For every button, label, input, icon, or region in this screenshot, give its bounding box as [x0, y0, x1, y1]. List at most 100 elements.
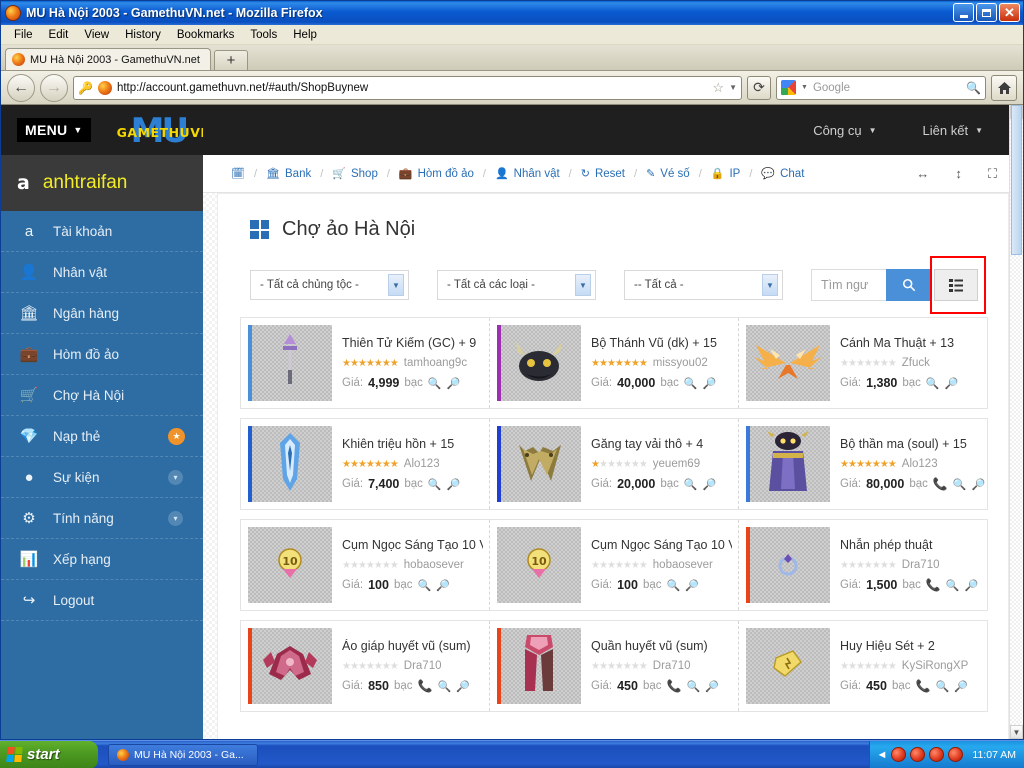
search-icon[interactable]: 🔍 [966, 81, 981, 95]
breadcrumb-item-3[interactable]: 🛒 Shop [332, 167, 378, 181]
topnav-item-lienket[interactable]: Liên kết ▼ [923, 123, 983, 138]
item-card[interactable]: Cánh Ma Thuật + 13 ★★★★★★★ Zfuck Giá: 1,380 b… [738, 318, 987, 408]
menu-view[interactable]: View [77, 27, 116, 43]
chevron-down-icon[interactable]: ▼ [729, 83, 737, 92]
close-button[interactable]: ✕ [999, 3, 1020, 22]
phone-icon[interactable]: 📞 [916, 679, 931, 693]
filter-type-select[interactable]: - Tất cả các loại - ▼ [437, 270, 596, 300]
sidebar-item-6[interactable]: 💎 Nạp thẻ ★ [1, 416, 203, 457]
zoom-in-icon[interactable]: 🔍 [418, 579, 432, 592]
tray-expand-icon[interactable]: ◄ [877, 749, 888, 761]
zoom-out-icon[interactable]: 🔎 [965, 579, 979, 592]
sidebar-item-4[interactable]: 💼 Hòm đồ ảo [1, 334, 203, 375]
back-button[interactable]: ← [7, 73, 35, 102]
item-thumbnail[interactable] [497, 426, 581, 502]
zoom-in-icon[interactable]: 🔍 [686, 680, 700, 693]
tray-app-icon[interactable] [910, 747, 926, 762]
list-view-toggle-button[interactable] [934, 269, 978, 301]
site-logo[interactable]: MU GAMETHUVN.NET [117, 113, 203, 147]
zoom-out-icon[interactable]: 🔎 [456, 680, 470, 693]
item-thumbnail[interactable] [497, 325, 581, 401]
item-card[interactable]: Nhẫn phép thuật ★★★★★★★ Dra710 Giá: 1,500 bạc… [738, 520, 987, 610]
item-card[interactable]: Áo giáp huyết vũ (sum) ★★★★★★★ Dra710 Giá: 8… [241, 621, 489, 711]
phone-icon[interactable]: 📞 [933, 477, 948, 491]
clock[interactable]: 11:07 AM [972, 749, 1016, 761]
breadcrumb-item-6[interactable]: ↻ Reset [581, 167, 625, 181]
breadcrumb-item-8[interactable]: 🔒 IP [711, 167, 741, 181]
zoom-in-icon[interactable]: 🔍 [953, 478, 967, 491]
sidebar-user-block[interactable]: a anhtraifan [1, 155, 203, 211]
item-thumbnail[interactable] [248, 325, 332, 401]
item-card[interactable]: Quần huyết vũ (sum) ★★★★★★★ Dra710 Giá: 450 b… [489, 621, 738, 711]
menu-file[interactable]: File [7, 27, 40, 43]
browser-tab[interactable]: MU Hà Nội 2003 - GamethuVN.net [5, 48, 211, 70]
sidebar-item-10[interactable]: ↪ Logout [1, 580, 203, 621]
phone-icon[interactable]: 📞 [418, 679, 433, 693]
reload-button[interactable]: ⟳ [747, 75, 771, 100]
zoom-out-icon[interactable]: 🔎 [703, 478, 717, 491]
scroll-down-arrow-icon[interactable]: ▼ [1010, 725, 1023, 739]
breadcrumb-item-9[interactable]: 💬 Chat [761, 167, 804, 181]
zoom-out-icon[interactable]: 🔎 [705, 680, 719, 693]
start-button[interactable]: start [0, 740, 98, 768]
zoom-out-icon[interactable]: 🔎 [954, 680, 968, 693]
item-card[interactable]: 10 Cụm Ngọc Sáng Tạo 10 Vi ★★★★★★★ hobaosev… [489, 520, 738, 610]
search-input[interactable]: Tìm ngư [811, 269, 886, 301]
menu-edit[interactable]: Edit [42, 27, 76, 43]
item-thumbnail[interactable] [497, 628, 581, 704]
menu-help[interactable]: Help [286, 27, 324, 43]
menu-toggle-button[interactable]: MENU ▼ [17, 118, 91, 142]
item-card[interactable]: Thiên Tử Kiếm (GC) + 9 ★★★★★★★ tamhoang9c G… [241, 318, 489, 408]
item-thumbnail[interactable] [248, 426, 332, 502]
breadcrumb-item-2[interactable]: 🏛 Bank [266, 167, 311, 181]
chevron-down-icon[interactable]: ▼ [801, 84, 808, 91]
item-card[interactable]: Khiên triệu hồn + 15 ★★★★★★★ Alo123 Giá: 7,4… [241, 419, 489, 509]
sidebar-item-3[interactable]: 🏛 Ngân hàng [1, 293, 203, 334]
breadcrumb-item-4[interactable]: 💼 Hòm đồ ảo [399, 167, 474, 181]
item-thumbnail[interactable] [746, 628, 830, 704]
breadcrumb-item-5[interactable]: 👤 Nhân vật [495, 167, 560, 181]
resize-horizontal-icon[interactable]: ↔ [916, 166, 929, 181]
item-card[interactable]: Huy Hiệu Sét + 2 ★★★★★★★ KySiRongXP Giá: 450… [738, 621, 987, 711]
zoom-out-icon[interactable]: 🔎 [703, 377, 717, 390]
new-tab-button[interactable]: + [213, 50, 248, 70]
zoom-out-icon[interactable]: 🔎 [945, 377, 959, 390]
sidebar-item-2[interactable]: 👤 Nhân vật [1, 252, 203, 293]
zoom-in-icon[interactable]: 🔍 [428, 478, 442, 491]
item-thumbnail[interactable] [746, 426, 830, 502]
bookmark-star-icon[interactable]: ☆ [712, 80, 724, 96]
sidebar-item-7[interactable]: ● Sự kiện ▾ [1, 457, 203, 498]
zoom-in-icon[interactable]: 🔍 [428, 377, 442, 390]
zoom-out-icon[interactable]: 🔎 [685, 579, 699, 592]
zoom-in-icon[interactable]: 🔍 [684, 377, 698, 390]
sidebar-item-8[interactable]: ⚙ Tính năng ▾ [1, 498, 203, 539]
item-card[interactable]: Bộ Thánh Vũ (dk) + 15 ★★★★★★★ missyou02 Giá… [489, 318, 738, 408]
minimize-button[interactable] [953, 3, 974, 22]
breadcrumb-item-1[interactable]: 🗓 [231, 167, 245, 180]
item-thumbnail[interactable] [746, 325, 830, 401]
menu-history[interactable]: History [118, 27, 168, 43]
zoom-out-icon[interactable]: 🔎 [447, 377, 461, 390]
zoom-in-icon[interactable]: 🔍 [926, 377, 940, 390]
item-card[interactable]: Găng tay vải thô + 4 ★★★★★★★ yeuem69 Giá: 20… [489, 419, 738, 509]
zoom-in-icon[interactable]: 🔍 [667, 579, 681, 592]
item-thumbnail[interactable] [746, 527, 830, 603]
filter-race-select[interactable]: - Tất cả chủng tộc - ▼ [250, 270, 409, 300]
breadcrumb-item-7[interactable]: ✎ Vé số [646, 167, 690, 181]
zoom-in-icon[interactable]: 🔍 [437, 680, 451, 693]
url-bar[interactable]: 🔑 http://account.gamethuvn.net/#auth/Sho… [73, 75, 742, 100]
item-card[interactable]: 10 Cụm Ngọc Sáng Tạo 10 Vi ★★★★★★★ hobaosev… [241, 520, 489, 610]
home-button[interactable] [991, 74, 1017, 101]
item-thumbnail[interactable]: 10 [248, 527, 332, 603]
zoom-in-icon[interactable]: 🔍 [946, 579, 960, 592]
menu-bookmarks[interactable]: Bookmarks [170, 27, 242, 43]
zoom-out-icon[interactable]: 🔎 [972, 478, 986, 491]
sidebar-item-9[interactable]: 📊 Xếp hạng [1, 539, 203, 580]
page-scrollbar[interactable]: ▲ ▼ [1009, 105, 1023, 739]
phone-icon[interactable]: 📞 [926, 578, 941, 592]
tray-app-icon[interactable] [891, 747, 907, 762]
maximize-button[interactable] [976, 3, 997, 22]
item-thumbnail[interactable] [248, 628, 332, 704]
item-thumbnail[interactable]: 10 [497, 527, 581, 603]
fullscreen-icon[interactable]: ⛶ [988, 166, 997, 182]
